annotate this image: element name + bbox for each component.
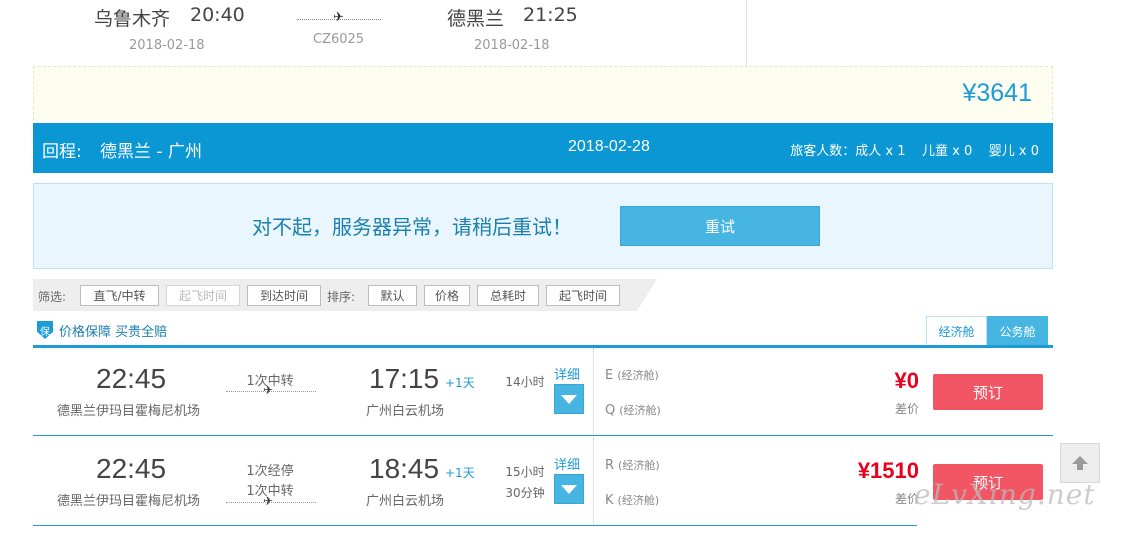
filter-direct-transfer-button[interactable]: 直飞/中转 (80, 285, 159, 306)
airplane-icon: ✈ (333, 10, 344, 25)
return-date: 2018-02-28 (568, 138, 650, 155)
arrival-airport: 广州白云机场 (366, 404, 445, 419)
cabin-code: K (605, 493, 614, 508)
cabin-code: R (605, 458, 615, 473)
cabin-code: E (605, 368, 614, 383)
chevron-down-icon (561, 484, 577, 494)
outbound-arrival-city: 德黑兰 (447, 8, 505, 30)
flight-duration-minutes: 30分钟 (505, 486, 545, 500)
outbound-arrival-time: 21:25 (523, 4, 578, 26)
cabin-class: E (经济舱) (605, 367, 659, 383)
price-note: 差价 (894, 402, 919, 416)
passenger-count: 旅客人数：成人 x 1 儿童 x 0 婴儿 x 0 (790, 144, 1039, 159)
book-button[interactable]: 预订 (933, 374, 1043, 410)
cabin-class: K (经济舱) (605, 492, 659, 508)
price-difference: ¥0 (894, 368, 919, 393)
cabin-name: (经济舱) (619, 404, 661, 417)
total-price-band: ¥3641 (33, 66, 1053, 120)
return-label: 回程: (42, 142, 82, 162)
airplane-icon: ✈ (263, 494, 274, 508)
next-day-indicator: +1天 (445, 466, 475, 480)
sort-duration-button[interactable]: 总耗时 (477, 285, 539, 306)
cabin-name: (经济舱) (617, 494, 660, 507)
outbound-arrival-date: 2018-02-18 (474, 38, 550, 53)
arrival-airport: 广州白云机场 (366, 494, 445, 509)
filter-label: 筛选: (38, 290, 67, 304)
cabin-class: R (经济舱) (605, 457, 660, 473)
tab-economy[interactable]: 经济舱 (926, 316, 987, 346)
outbound-divider (746, 0, 747, 66)
retry-button[interactable]: 重试 (620, 206, 820, 246)
arrow-up-icon (1072, 456, 1088, 470)
row-divider (593, 348, 594, 436)
arrival-time: 18:45 (369, 453, 440, 484)
departure-time: 22:45 (96, 453, 167, 484)
expand-detail-button[interactable] (554, 384, 584, 414)
sort-label: 排序: (327, 290, 356, 304)
cabin-code: Q (605, 403, 616, 418)
departure-airport: 德黑兰伊玛目霍梅尼机场 (57, 494, 201, 509)
next-day-indicator: +1天 (445, 376, 475, 390)
row-border (33, 525, 917, 526)
back-to-top-button[interactable] (1060, 443, 1100, 483)
chevron-down-icon (561, 394, 577, 404)
outbound-departure-city: 乌鲁木齐 (94, 8, 171, 30)
watermark: eLvXing.net (914, 478, 1096, 511)
sort-departure-time-button[interactable]: 起飞时间 (546, 285, 620, 306)
arrival-time: 17:15 (369, 363, 440, 394)
detail-link[interactable]: 详细 (554, 454, 580, 473)
filter-arrival-time-button[interactable]: 到达时间 (247, 285, 321, 306)
cabin-name: (经济舱) (617, 369, 659, 382)
cabin-class: Q (经济舱) (605, 402, 661, 418)
expand-detail-button[interactable] (554, 474, 584, 504)
departure-time: 22:45 (96, 363, 167, 394)
tab-business[interactable]: 公务舱 (987, 316, 1048, 346)
outbound-departure-date: 2018-02-18 (129, 38, 205, 53)
shield-icon: 保 (37, 321, 53, 339)
flight-row: 22:45 德黑兰伊玛目霍梅尼机场 1次中转 ✈ 17:15 +1天 广州白云机… (33, 348, 1053, 436)
return-route: 德黑兰 - 广州 (100, 142, 202, 162)
sort-default-button[interactable]: 默认 (368, 285, 417, 306)
return-trip-header: 回程: 德黑兰 - 广州 2018-02-28 旅客人数：成人 x 1 儿童 x… (33, 123, 1053, 173)
error-panel: 对不起，服务器异常，请稍后重试！ 重试 (33, 183, 1053, 269)
cabin-tabs: 经济舱 公务舱 (926, 316, 1048, 346)
stopover-info: 1次经停 (246, 464, 294, 479)
price-guarantee[interactable]: 保 价格保障 买贵全赔 (37, 320, 167, 340)
sort-price-button[interactable]: 价格 (424, 285, 470, 306)
cabin-name: (经济舱) (618, 459, 660, 472)
filter-sort-bar: 筛选: 直飞/中转 起飞时间 到达时间 排序: 默认 价格 总耗时 起飞时间 (33, 279, 657, 311)
row-border (33, 435, 1053, 436)
departure-airport: 德黑兰伊玛目霍梅尼机场 (57, 404, 201, 419)
total-price: ¥3641 (962, 79, 1032, 107)
outbound-flight-number: CZ6025 (313, 32, 365, 47)
error-message: 对不起，服务器异常，请稍后重试！ (252, 215, 572, 239)
flight-row: 22:45 德黑兰伊玛目霍梅尼机场 1次经停 1次中转 ✈ 18:45 +1天 … (33, 438, 1053, 526)
filter-departure-time-button[interactable]: 起飞时间 (166, 285, 240, 306)
outbound-departure-time: 20:40 (190, 4, 245, 26)
flight-duration-hours: 15小时 (505, 465, 545, 479)
price-difference: ¥1510 (857, 458, 919, 483)
price-guarantee-text: 价格保障 买贵全赔 (59, 324, 168, 340)
flight-duration: 14小时 (505, 375, 545, 389)
airplane-icon: ✈ (263, 383, 274, 397)
detail-link[interactable]: 详细 (554, 364, 580, 383)
outbound-flight-summary: 乌鲁木齐 20:40 2018-02-18 ✈ CZ6025 德黑兰 21:25… (0, 0, 1122, 66)
row-divider (593, 438, 594, 526)
